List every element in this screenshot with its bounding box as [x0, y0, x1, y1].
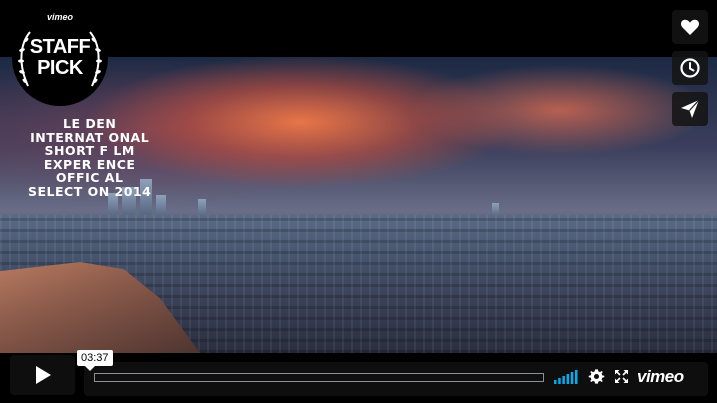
volume-icon[interactable]: [554, 370, 578, 384]
gear-icon[interactable]: [588, 368, 605, 385]
badge-brand: vimeo: [46, 12, 73, 22]
festival-line: INTERNAT ONAL: [30, 129, 150, 145]
vimeo-logo[interactable]: vimeo: [637, 367, 684, 387]
progress-bar[interactable]: [94, 373, 544, 382]
fullscreen-icon[interactable]: [615, 370, 628, 383]
festival-line: SHORT F LM: [44, 143, 135, 158]
staff-pick-badge[interactable]: vimeo STAFF PICK: [12, 10, 108, 106]
paper-plane-icon: [681, 99, 700, 118]
like-button[interactable]: [672, 10, 708, 44]
festival-selection-laurel: LE DEN INTERNAT ONAL SHORT F LM EXPER EN…: [28, 117, 151, 198]
festival-line: EXPER ENCE: [43, 156, 136, 172]
clock-icon: [680, 58, 700, 78]
play-icon: [35, 366, 51, 384]
share-button[interactable]: [672, 92, 708, 126]
badge-line-pick: PICK: [37, 57, 83, 79]
festival-line: SELECT ON 2014: [28, 183, 152, 199]
heart-icon: [680, 19, 700, 35]
watch-later-button[interactable]: [672, 51, 708, 85]
progress-controls: vimeo: [84, 362, 708, 396]
video-player[interactable]: vimeo STAFF PICK LE DEN INTERNAT ONAL SH…: [0, 0, 717, 403]
badge-line-staff: STAFF: [29, 36, 91, 58]
play-button[interactable]: [10, 355, 75, 395]
current-time-tooltip: 03:37: [77, 350, 113, 371]
festival-line: OFFIC AL: [55, 170, 124, 185]
festival-line: LE DEN: [63, 116, 117, 131]
video-frame[interactable]: [0, 57, 717, 353]
